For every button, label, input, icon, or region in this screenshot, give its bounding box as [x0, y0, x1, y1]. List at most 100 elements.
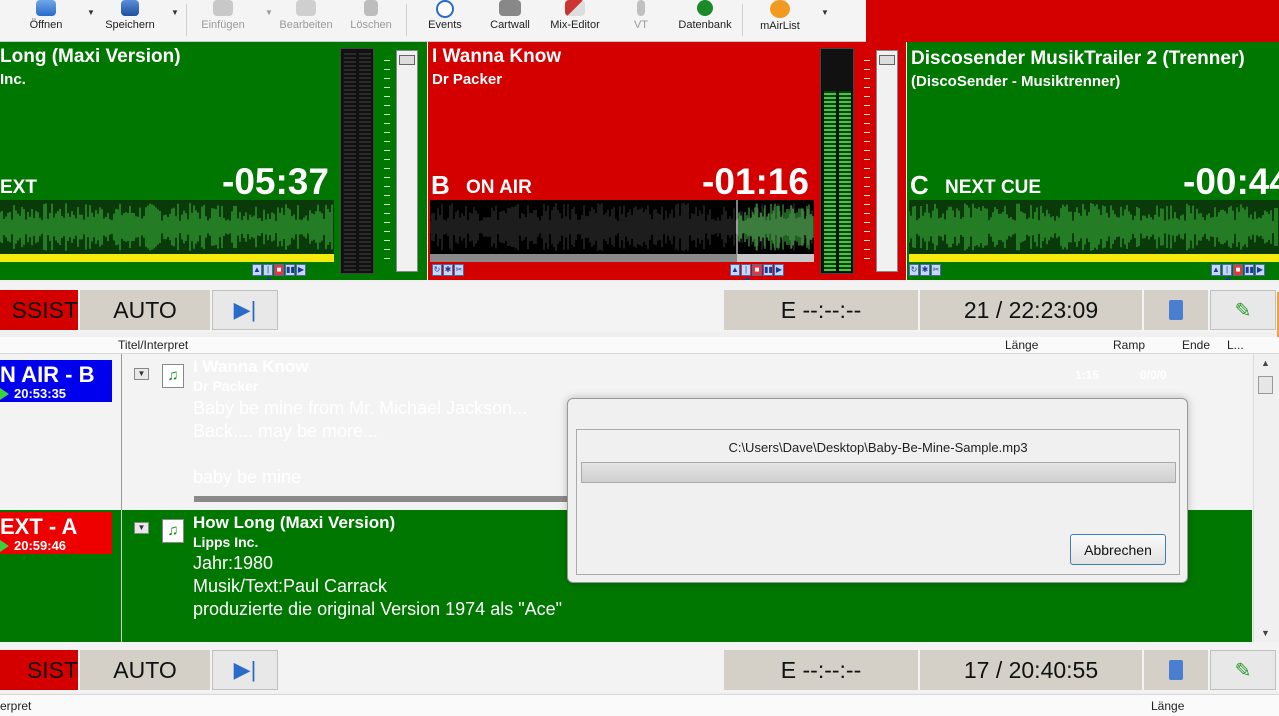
vt-button[interactable]: VT	[626, 0, 656, 42]
open-dropdown[interactable]: ▼	[82, 0, 95, 42]
pause-icon[interactable]: ▮▮	[285, 264, 295, 276]
assist-button[interactable]: SSIST	[0, 290, 78, 330]
clear-playlist-button[interactable]	[1144, 290, 1208, 330]
fader-knob[interactable]	[399, 55, 415, 65]
scroll-up-icon[interactable]: ▲	[1261, 358, 1270, 368]
vt-label: VT	[633, 19, 649, 31]
player-c-letter: C	[910, 170, 929, 200]
music-note-icon: ♫	[162, 364, 184, 388]
loop-icon[interactable]: ↻	[432, 264, 442, 276]
count-duration-display: 21 / 22:23:09	[920, 290, 1142, 330]
eject-icon[interactable]: ▲	[1211, 264, 1221, 276]
column-length[interactable]: Länge	[1005, 338, 1038, 352]
pause-icon[interactable]: ▮▮	[763, 264, 773, 276]
clear-playlist-button[interactable]	[1144, 650, 1208, 690]
mairlist-dropdown[interactable]: ▼	[816, 0, 829, 42]
insert-button[interactable]: Einfügen	[198, 0, 248, 42]
insert-icon	[213, 0, 233, 16]
player-c-waveform[interactable]	[909, 200, 1279, 254]
row1-note-line2: Back.... may be more...	[193, 421, 379, 441]
player-b-volume-fader[interactable]	[876, 50, 898, 272]
player-c-status: NEXT CUE	[945, 177, 1042, 198]
fader-knob[interactable]	[879, 55, 895, 65]
pause-icon[interactable]: ▮▮	[1244, 264, 1254, 276]
row1-note-line1: Baby be mine from Mr. Michael Jackson...	[193, 398, 528, 418]
playlist-control-strip-2: SIST AUTO ▶| E --:--:-- 17 / 20:40:55 ✎	[0, 642, 1279, 692]
stop-icon[interactable]: ■	[274, 264, 284, 276]
column-title[interactable]: Titel/Interpret	[118, 338, 188, 352]
cancel-button[interactable]: Abbrechen	[1070, 534, 1166, 565]
player-a-volume-fader[interactable]	[396, 50, 418, 272]
assist-button[interactable]: SIST	[0, 650, 78, 690]
player-a-status: EXT	[0, 177, 37, 198]
dialog-content: C:\Users\Dave\Desktop\Baby-Be-Mine-Sampl…	[576, 429, 1180, 575]
mix-editor-button[interactable]: Mix-Editor	[548, 0, 602, 42]
database-button[interactable]: Datenbank	[676, 0, 734, 42]
column-ramp[interactable]: Ramp	[1113, 338, 1145, 352]
scroll-down-icon[interactable]: ▼	[1261, 628, 1270, 638]
scroll-thumb[interactable]	[1258, 376, 1273, 394]
stop-icon[interactable]: ■	[752, 264, 762, 276]
player-a-artist: Inc.	[0, 71, 26, 88]
skip-next-button[interactable]: ▶|	[212, 650, 278, 690]
open-button[interactable]: Öffnen	[20, 0, 72, 42]
player-b-status: ON AIR	[466, 177, 532, 198]
player-a-waveform[interactable]	[0, 200, 334, 254]
player-b-artist: Dr Packer	[432, 71, 503, 88]
edit-playlist-button[interactable]: ✎	[1210, 650, 1276, 690]
player-a-level-meter	[340, 48, 374, 274]
delete-button[interactable]: Löschen	[348, 0, 394, 42]
player-b-waveform[interactable]	[430, 200, 814, 254]
settings-icon[interactable]: ✱	[920, 264, 930, 276]
player-a-position-bar[interactable]	[0, 254, 334, 262]
play-icon[interactable]: ▶	[296, 264, 306, 276]
skip-next-button[interactable]: ▶|	[212, 290, 278, 330]
player-b-controls: ▲ |◀ ■ ▮▮ ▶	[730, 264, 784, 280]
row2-title: How Long (Maxi Version)	[193, 513, 396, 532]
expand-toggle[interactable]: ▼	[134, 368, 149, 380]
eject-icon[interactable]: ▲	[730, 264, 740, 276]
row-tree-line	[121, 354, 122, 510]
skip-next-icon: ▶|	[233, 657, 257, 682]
count-duration-display: 17 / 20:40:55	[920, 650, 1142, 690]
loop-icon[interactable]: ↻	[909, 264, 919, 276]
skip-back-icon[interactable]: |◀	[1222, 264, 1232, 280]
player-c-position-bar[interactable]	[909, 254, 1279, 262]
player-c-title: Discosender MusikTrailer 2 (Trenner)	[911, 48, 1245, 69]
auto-button[interactable]: AUTO	[80, 650, 210, 690]
playlist-scrollbar[interactable]: ▲ ▼	[1253, 354, 1279, 644]
fx-icon[interactable]: ✂	[931, 264, 941, 276]
pencil-icon: ✎	[1234, 299, 1252, 322]
column-title[interactable]: erpret	[0, 699, 31, 713]
auto-button[interactable]: AUTO	[80, 290, 210, 330]
skip-back-icon[interactable]: |◀	[263, 264, 273, 280]
edit-toolbar-button[interactable]: Bearbeiten	[278, 0, 334, 42]
edit-playlist-button[interactable]: ✎	[1210, 290, 1276, 330]
insert-dropdown[interactable]: ▼	[260, 0, 273, 42]
play-icon[interactable]: ▶	[1255, 264, 1265, 276]
expand-toggle[interactable]: ▼	[134, 522, 149, 534]
clock-icon	[436, 0, 454, 18]
skip-next-icon: ▶|	[233, 297, 257, 322]
settings-icon[interactable]: ✱	[443, 264, 453, 276]
column-end[interactable]: Ende	[1182, 338, 1210, 352]
stop-icon[interactable]: ■	[1233, 264, 1243, 276]
next-tag-time: 20:59:46	[14, 538, 67, 553]
import-progress-dialog: C:\Users\Dave\Desktop\Baby-Be-Mine-Sampl…	[567, 398, 1188, 583]
save-button[interactable]: Speichern	[102, 0, 158, 42]
player-b-position-bar[interactable]	[430, 254, 814, 262]
fx-icon[interactable]: ✂	[454, 264, 464, 276]
cartwall-button[interactable]: Cartwall	[484, 0, 536, 42]
row1-note-line3: baby be mine	[193, 467, 302, 487]
eject-icon[interactable]: ▲	[252, 264, 262, 276]
column-more[interactable]: L...	[1227, 338, 1244, 352]
save-dropdown[interactable]: ▼	[166, 0, 179, 42]
row2-note-line1: Jahr:1980	[193, 553, 274, 573]
skip-back-icon[interactable]: |◀	[741, 264, 751, 280]
mairlist-button[interactable]: mAirList	[754, 0, 806, 42]
column-length[interactable]: Länge	[1151, 699, 1184, 713]
events-button[interactable]: Events	[420, 0, 470, 42]
play-icon[interactable]: ▶	[774, 264, 784, 276]
toolbar-separator	[742, 4, 743, 36]
pencil-icon: ✎	[1234, 659, 1252, 682]
